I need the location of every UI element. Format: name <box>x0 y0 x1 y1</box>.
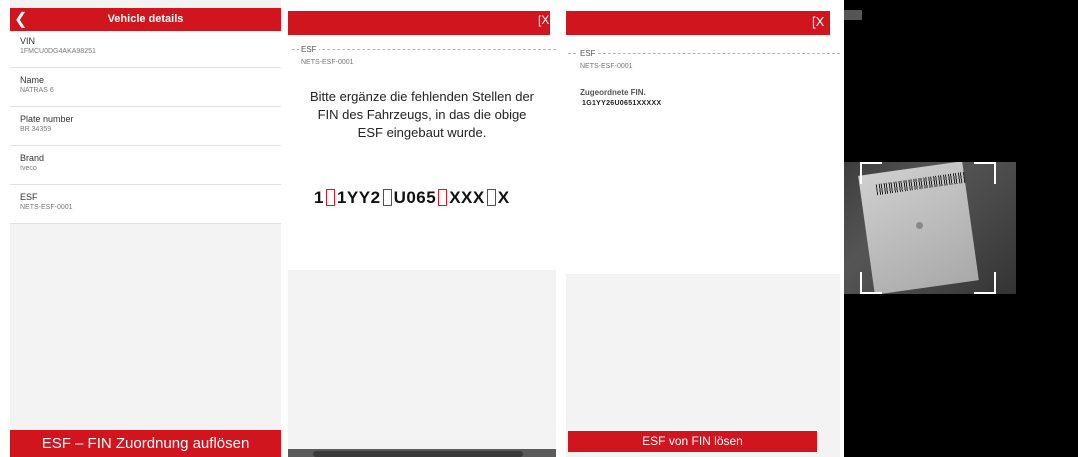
instruction-text: Bitte ergänze die fehlenden Stellen der … <box>309 89 535 140</box>
scan-frame-corner-icon <box>974 272 996 294</box>
esf-value: NETS-ESF-0001 <box>580 63 633 70</box>
field-value: NETS-ESF-0001 <box>20 204 73 211</box>
field-value: Iveco <box>20 165 37 172</box>
unassign-esf-button[interactable]: ESF – FIN Zuordnung auflösen <box>10 430 281 457</box>
scan-frame-corner-icon <box>860 162 882 184</box>
header-bar: ❮ Vehicle details <box>10 8 281 31</box>
window-handle[interactable] <box>844 10 862 20</box>
vin-input-row: 1 1YY2 U065 XXX X <box>314 188 544 208</box>
header-bar <box>566 11 830 35</box>
field-label: Plate number <box>20 114 74 124</box>
divider <box>568 53 840 54</box>
close-button[interactable]: [X <box>812 14 824 29</box>
assigned-fin-value: 1G1YY26U0651XXXXX <box>582 100 662 107</box>
list-item-vin: VIN 1FMCU0DG4AKA98251 <box>10 31 281 68</box>
list-item-plate: Plate number BR 34359 <box>10 109 281 146</box>
close-button[interactable]: [X <box>538 13 549 27</box>
keyboard-bar <box>313 451 523 457</box>
esf-label: ESF <box>299 45 319 54</box>
fin-entry-screen: [X ESF NETS-ESF-0001 Bitte ergänze die f… <box>288 0 556 457</box>
assigned-fin-screen: [X ESF NETS-ESF-0001 Zugeordnete FIN. 1G… <box>566 0 840 457</box>
vin-segment: U065 <box>393 188 437 207</box>
vin-missing-digit-input[interactable] <box>325 189 335 206</box>
vin-missing-digit-input[interactable] <box>382 189 392 206</box>
field-label: VIN <box>20 36 36 46</box>
unassign-fin-button[interactable]: ESF von FIN lösen <box>568 431 817 452</box>
list-item-esf[interactable]: ESF NETS-ESF-0001 <box>10 187 281 224</box>
vin-missing-digit-input[interactable] <box>486 189 496 206</box>
scanner-screen <box>844 0 1078 457</box>
field-value: BR 34359 <box>20 126 52 133</box>
page-title: Vehicle details <box>107 13 184 25</box>
esf-label: ESF <box>578 49 598 58</box>
esf-value: NETS-ESF-0001 <box>301 59 354 66</box>
vin-segment: X <box>497 188 510 207</box>
scan-frame-corner-icon <box>860 272 882 294</box>
vin-segment: 1YY2 <box>336 188 381 207</box>
list-item-name: Name NATRAS 6 <box>10 70 281 107</box>
vin-segment: 1 <box>314 188 324 207</box>
object-marker <box>916 222 923 229</box>
divider <box>292 49 556 50</box>
field-label: Brand <box>20 153 45 163</box>
vehicle-details-screen: ❮ Vehicle details VIN 1FMCU0DG4AKA98251 … <box>10 0 281 457</box>
vin-missing-digit-input[interactable] <box>438 189 448 206</box>
esf-section <box>288 40 556 74</box>
field-value: 1FMCU0DG4AKA98251 <box>20 48 96 55</box>
field-label: ESF <box>20 192 38 202</box>
field-label: Name <box>20 75 45 85</box>
vin-segment: XXX <box>449 188 485 207</box>
header-bar <box>288 11 550 35</box>
list-item-brand: Brand Iveco <box>10 148 281 185</box>
details-list: VIN 1FMCU0DG4AKA98251 Name NATRAS 6 Plat… <box>10 31 281 224</box>
scan-frame-corner-icon <box>974 162 996 184</box>
field-value: NATRAS 6 <box>20 87 54 94</box>
assigned-fin-label: Zugeordnete FIN. <box>580 88 646 97</box>
